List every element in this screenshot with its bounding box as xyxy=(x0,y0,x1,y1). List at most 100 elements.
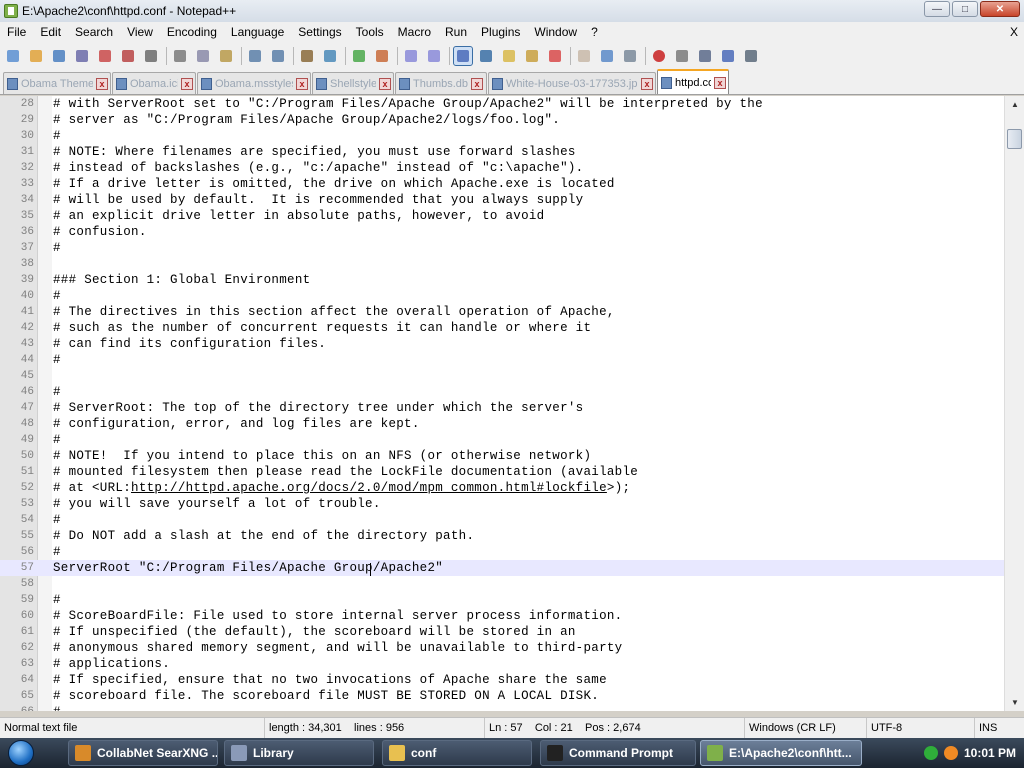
sync-horizontal-icon[interactable] xyxy=(425,47,443,65)
menu-macro[interactable]: Macro xyxy=(391,22,438,43)
menu-search[interactable]: Search xyxy=(68,22,120,43)
menu-window[interactable]: Window xyxy=(527,22,584,43)
maximize-button[interactable]: □ xyxy=(952,1,978,17)
code-line[interactable]: 50 # NOTE! If you intend to place this on… xyxy=(0,448,1004,464)
new-file-icon[interactable] xyxy=(4,47,22,65)
code-line[interactable]: 66 # xyxy=(0,704,1004,711)
scroll-thumb[interactable] xyxy=(1007,129,1022,149)
menu-plugins[interactable]: Plugins xyxy=(474,22,527,43)
start-button[interactable] xyxy=(0,738,42,768)
indent-guide-icon[interactable] xyxy=(500,47,518,65)
menu-encoding[interactable]: Encoding xyxy=(160,22,224,43)
code-line[interactable]: 54 # xyxy=(0,512,1004,528)
code-line[interactable]: 65 # scoreboard file. The scoreboard file… xyxy=(0,688,1004,704)
close-all-icon[interactable] xyxy=(119,47,137,65)
vertical-scrollbar[interactable]: ▲ ▼ xyxy=(1004,96,1024,711)
text-area[interactable]: 28 # with ServerRoot set to "C:/Program F… xyxy=(0,96,1004,711)
code-line[interactable]: 29 # server as "C:/Program Files/Apache G… xyxy=(0,112,1004,128)
stop-macro-icon[interactable] xyxy=(673,47,691,65)
scroll-up-arrow-icon[interactable]: ▲ xyxy=(1005,96,1024,113)
code-line[interactable]: 30 # xyxy=(0,128,1004,144)
code-line[interactable]: 42 # such as the number of concurrent req… xyxy=(0,320,1004,336)
taskbar-button[interactable]: conf xyxy=(382,740,532,766)
network-icon[interactable] xyxy=(923,746,938,760)
code-line[interactable]: 40 # xyxy=(0,288,1004,304)
copy-icon[interactable] xyxy=(194,47,212,65)
code-line[interactable]: 32 # instead of backslashes (e.g., "c:/ap… xyxy=(0,160,1004,176)
code-line[interactable]: 58 xyxy=(0,576,1004,592)
code-line[interactable]: 64 # If specified, ensure that no two inv… xyxy=(0,672,1004,688)
menu-help[interactable]: ? xyxy=(584,22,605,43)
menu-view[interactable]: View xyxy=(120,22,160,43)
taskbar-button[interactable]: E:\Apache2\conf\htt... xyxy=(700,740,862,766)
tab-close-icon[interactable]: x xyxy=(296,77,308,90)
menu-tools[interactable]: Tools xyxy=(349,22,391,43)
code-line[interactable]: 63 # applications. xyxy=(0,656,1004,672)
code-line[interactable]: 34 # will be used by default. It is recom… xyxy=(0,192,1004,208)
code-line[interactable]: 60 # ScoreBoardFile: File used to store i… xyxy=(0,608,1004,624)
redo-icon[interactable] xyxy=(269,47,287,65)
word-wrap-icon[interactable] xyxy=(453,46,473,66)
monitor-icon[interactable] xyxy=(598,47,616,65)
tab-close-icon[interactable]: x xyxy=(641,77,653,90)
code-line[interactable]: 36 # confusion. xyxy=(0,224,1004,240)
taskbar-button[interactable]: CollabNet SearXNG ... xyxy=(68,740,218,766)
code-line[interactable]: 53 # you will save yourself a lot of trou… xyxy=(0,496,1004,512)
close-document-button[interactable]: X xyxy=(1010,22,1018,43)
current-line[interactable]: 57 ServerRoot "C:/Program Files/Apache Gr… xyxy=(0,560,1004,576)
paste-icon[interactable] xyxy=(217,47,235,65)
code-line[interactable]: 56 # xyxy=(0,544,1004,560)
code-line[interactable]: 28 # with ServerRoot set to "C:/Program F… xyxy=(0,96,1004,112)
code-line[interactable]: 47 # ServerRoot: The top of the directory… xyxy=(0,400,1004,416)
play-macro-icon[interactable] xyxy=(696,47,714,65)
scroll-down-arrow-icon[interactable]: ▼ xyxy=(1005,694,1024,711)
clock[interactable]: 10:01 PM xyxy=(964,746,1016,760)
code-line[interactable]: 41 # The directives in this section affec… xyxy=(0,304,1004,320)
print-icon[interactable] xyxy=(142,47,160,65)
open-file-icon[interactable] xyxy=(27,47,45,65)
editor[interactable]: 28 # with ServerRoot set to "C:/Program F… xyxy=(0,96,1024,711)
code-line[interactable]: 61 # If unspecified (the default), the sc… xyxy=(0,624,1004,640)
code-line[interactable]: 39 ### Section 1: Global Environment xyxy=(0,272,1004,288)
tab-httpd-conf[interactable]: httpd.confx xyxy=(657,69,729,94)
code-line[interactable]: 33 # If a drive letter is omitted, the dr… xyxy=(0,176,1004,192)
tab-close-icon[interactable]: x xyxy=(714,76,726,89)
code-line[interactable]: 31 # NOTE: Where filenames are specified,… xyxy=(0,144,1004,160)
tab-shellstyle-dll[interactable]: Shellstyle.dllx xyxy=(312,72,394,94)
function-list-icon[interactable] xyxy=(546,47,564,65)
code-line[interactable]: 44 # xyxy=(0,352,1004,368)
record-macro-icon[interactable] xyxy=(650,47,668,65)
save-all-icon[interactable] xyxy=(73,47,91,65)
tab-close-icon[interactable]: x xyxy=(96,77,108,90)
menu-edit[interactable]: Edit xyxy=(33,22,68,43)
tab-obama-msstyles[interactable]: Obama.msstyles x xyxy=(197,72,311,94)
code-line[interactable]: 38 xyxy=(0,256,1004,272)
taskbar-button[interactable]: Library xyxy=(224,740,374,766)
zoom-in-icon[interactable] xyxy=(350,47,368,65)
doc-map-icon[interactable] xyxy=(575,47,593,65)
close-button[interactable]: ✕ xyxy=(980,1,1020,17)
url-link[interactable]: http://httpd.apache.org/docs/2.0/mod/mpm… xyxy=(131,481,607,495)
tab-close-icon[interactable]: x xyxy=(379,77,391,90)
zoom-out-icon[interactable] xyxy=(373,47,391,65)
code-line[interactable]: 37 # xyxy=(0,240,1004,256)
sync-vertical-icon[interactable] xyxy=(402,47,420,65)
tab-close-icon[interactable]: x xyxy=(471,77,484,90)
language-icon[interactable] xyxy=(523,47,541,65)
code-line[interactable]: 35 # an explicit drive letter in absolute… xyxy=(0,208,1004,224)
tab-obama-ici[interactable]: Obama.ici x xyxy=(112,72,196,94)
code-line[interactable]: 45 xyxy=(0,368,1004,384)
eye-icon[interactable] xyxy=(621,47,639,65)
tab-white-house-03-177353-jpeg[interactable]: White-House-03-177353.jpeg x xyxy=(488,72,656,94)
menu-file[interactable]: File xyxy=(0,22,33,43)
code-line[interactable]: 55 # Do NOT add a slash at the end of the… xyxy=(0,528,1004,544)
code-line[interactable]: 59 # xyxy=(0,592,1004,608)
minimize-button[interactable]: — xyxy=(924,1,950,17)
code-line[interactable]: 51 # mounted filesystem then please read … xyxy=(0,464,1004,480)
code-line[interactable]: 52 # at <URL:http://httpd.apache.org/docs… xyxy=(0,480,1004,496)
replace-icon[interactable] xyxy=(321,47,339,65)
find-icon[interactable] xyxy=(298,47,316,65)
close-icon[interactable] xyxy=(96,47,114,65)
menu-language[interactable]: Language xyxy=(224,22,291,43)
taskbar-button[interactable]: Command Prompt xyxy=(540,740,696,766)
